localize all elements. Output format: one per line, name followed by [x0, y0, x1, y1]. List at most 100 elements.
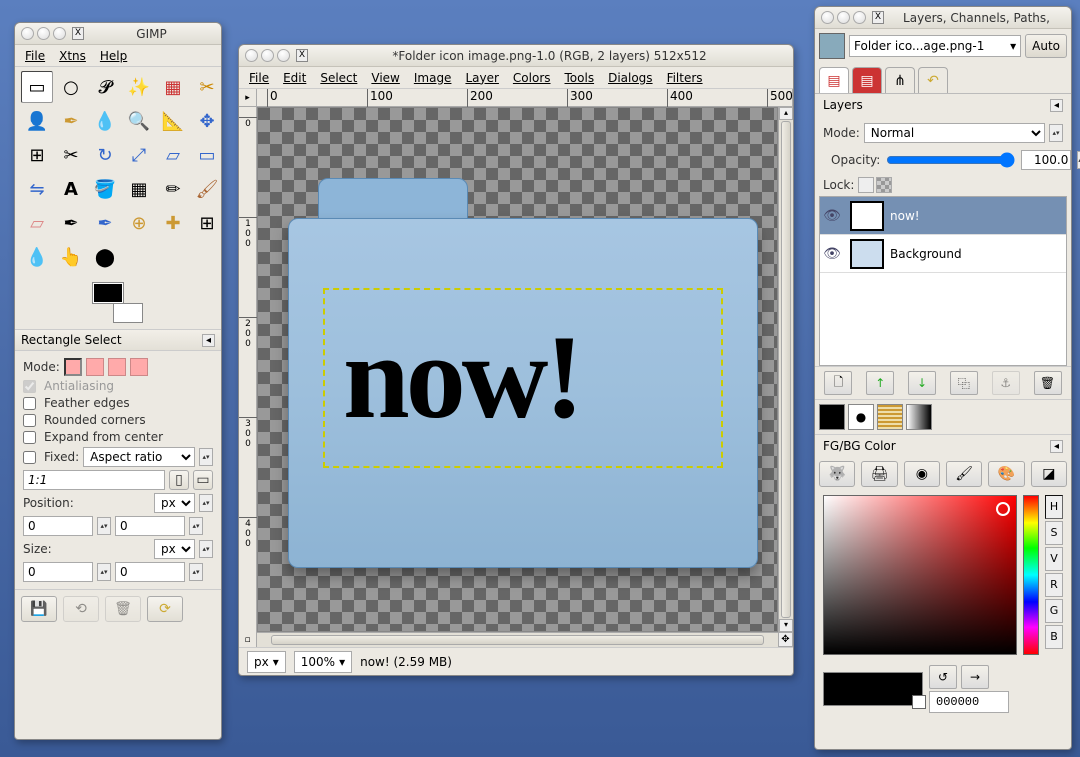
- mode-intersect-icon[interactable]: [130, 358, 148, 376]
- brush-circle[interactable]: ●: [848, 404, 874, 430]
- align-tool[interactable]: ⊞: [21, 139, 53, 171]
- revert-color-icon[interactable]: ↺: [929, 665, 957, 689]
- ruler-origin[interactable]: ▸: [239, 89, 257, 107]
- ruler-vertical[interactable]: 0 100 200 300 400: [239, 107, 257, 632]
- fg-color[interactable]: [93, 283, 123, 303]
- foreground-select-tool[interactable]: 👤: [21, 105, 53, 137]
- palette-icon[interactable]: 🎨: [988, 461, 1024, 487]
- menu-help[interactable]: Help: [94, 46, 133, 66]
- menu-file[interactable]: File: [19, 46, 51, 66]
- scroll-thumb-h[interactable]: [271, 635, 764, 645]
- scroll-down-button[interactable]: ▾: [779, 619, 793, 632]
- current-color-swatch[interactable]: [823, 672, 923, 706]
- bg-color[interactable]: [113, 303, 143, 323]
- color-picker-tool[interactable]: 💧: [89, 105, 121, 137]
- landscape-icon[interactable]: ▭: [193, 470, 213, 490]
- paths-tab[interactable]: ⋔: [885, 67, 915, 93]
- navigation-button[interactable]: ✥: [778, 632, 793, 647]
- clone-tool[interactable]: ⊕: [123, 207, 155, 239]
- menu-filters[interactable]: Filters: [661, 68, 709, 88]
- portrait-icon[interactable]: ▯: [169, 470, 189, 490]
- perspective-tool[interactable]: ▭: [191, 139, 223, 171]
- close-button[interactable]: [245, 49, 258, 62]
- perspective-clone-tool[interactable]: ⊞: [191, 207, 223, 239]
- size-unit-select[interactable]: px: [154, 539, 195, 559]
- mode-add-icon[interactable]: [86, 358, 104, 376]
- quickmask-toggle[interactable]: ▫: [239, 632, 257, 647]
- crop-tool[interactable]: ✂: [55, 139, 87, 171]
- mode-subtract-icon[interactable]: [108, 358, 126, 376]
- brush-square[interactable]: [819, 404, 845, 430]
- menu-xtns[interactable]: Xtns: [53, 46, 92, 66]
- color-wheel-icon[interactable]: ◉: [904, 461, 940, 487]
- blend-mode-select[interactable]: Normal: [864, 123, 1045, 143]
- menu-select[interactable]: Select: [314, 68, 363, 88]
- delete-layer-button[interactable]: 🗑: [1034, 371, 1062, 395]
- minimize-button[interactable]: [37, 27, 50, 40]
- smudge-tool[interactable]: 👆: [55, 241, 87, 273]
- val-button[interactable]: V: [1045, 547, 1063, 571]
- ratio-input[interactable]: [23, 470, 165, 490]
- status-unit-field[interactable]: px▾: [247, 651, 286, 673]
- hue-button[interactable]: H: [1045, 495, 1063, 519]
- fgbg-menu-button[interactable]: ◂: [1050, 440, 1063, 453]
- canvas-area[interactable]: now!: [257, 107, 778, 632]
- mode-replace-icon[interactable]: [64, 358, 82, 376]
- lock-pixels-icon[interactable]: [858, 177, 874, 193]
- save-options-button[interactable]: 💾: [21, 596, 57, 622]
- blue-button[interactable]: B: [1045, 625, 1063, 649]
- reset-options-button[interactable]: ⟳: [147, 596, 183, 622]
- fgbg-icon[interactable]: ◪: [1031, 461, 1067, 487]
- paintbrush-tool[interactable]: 🖌: [191, 173, 223, 205]
- blend-tool[interactable]: ▦: [123, 173, 155, 205]
- duplicate-layer-button[interactable]: ⿻: [950, 371, 978, 395]
- pattern-wood[interactable]: [877, 404, 903, 430]
- close-button[interactable]: [21, 27, 34, 40]
- hue-slider[interactable]: [1023, 495, 1039, 655]
- hex-input[interactable]: [929, 691, 1009, 713]
- fuzzy-select-tool[interactable]: ✨: [123, 71, 155, 103]
- new-layer-button[interactable]: 🗋: [824, 371, 852, 395]
- menu-file[interactable]: File: [243, 68, 275, 88]
- opacity-input[interactable]: [1021, 150, 1071, 170]
- lock-alpha-icon[interactable]: [876, 177, 892, 193]
- measure-tool[interactable]: 📐: [157, 105, 189, 137]
- undo-tab[interactable]: ↶: [918, 67, 948, 93]
- menu-edit[interactable]: Edit: [277, 68, 312, 88]
- layer-row[interactable]: 👁 Background: [820, 235, 1066, 273]
- fixed-checkbox[interactable]: [23, 451, 36, 464]
- dodge-burn-tool[interactable]: ⬤: [89, 241, 121, 273]
- rotate-tool[interactable]: ↻: [89, 139, 121, 171]
- pencil-tool[interactable]: ✏: [157, 173, 189, 205]
- menu-tools[interactable]: Tools: [559, 68, 601, 88]
- shear-tool[interactable]: ▱: [157, 139, 189, 171]
- airbrush-tool[interactable]: ✒: [55, 207, 87, 239]
- minimize-button[interactable]: [261, 49, 274, 62]
- maximize-button[interactable]: [853, 11, 866, 24]
- gimp-picker-icon[interactable]: 🐺: [819, 461, 855, 487]
- feather-checkbox[interactable]: [23, 397, 36, 410]
- maximize-button[interactable]: [53, 27, 66, 40]
- scroll-up-button[interactable]: ▴: [779, 107, 793, 120]
- position-unit-select[interactable]: px: [154, 493, 195, 513]
- channels-tab[interactable]: ▤: [852, 67, 882, 93]
- print-icon[interactable]: 🖨: [861, 461, 897, 487]
- fg-bg-swatch[interactable]: [93, 283, 143, 323]
- pos-y-input[interactable]: [115, 516, 185, 536]
- vertical-scrollbar[interactable]: ▴ ▾: [778, 107, 793, 632]
- visibility-icon[interactable]: 👁: [820, 246, 844, 262]
- horizontal-scrollbar[interactable]: [257, 632, 778, 647]
- paths-tool[interactable]: ✒: [55, 105, 87, 137]
- fixed-spinner[interactable]: ▴▾: [199, 448, 213, 466]
- menu-colors[interactable]: Colors: [507, 68, 557, 88]
- pos-x-spinner[interactable]: ▴▾: [97, 517, 111, 535]
- size-w-input[interactable]: [23, 562, 93, 582]
- size-unit-spinner[interactable]: ▴▾: [199, 540, 213, 558]
- ellipse-select-tool[interactable]: ○: [55, 71, 87, 103]
- size-w-spinner[interactable]: ▴▾: [97, 563, 111, 581]
- mode-spinner[interactable]: ▴▾: [1049, 124, 1063, 142]
- lower-layer-button[interactable]: ↓: [908, 371, 936, 395]
- gradient-preset[interactable]: [906, 404, 932, 430]
- layer-thumb[interactable]: [850, 239, 884, 269]
- eraser-tool[interactable]: ▱: [21, 207, 53, 239]
